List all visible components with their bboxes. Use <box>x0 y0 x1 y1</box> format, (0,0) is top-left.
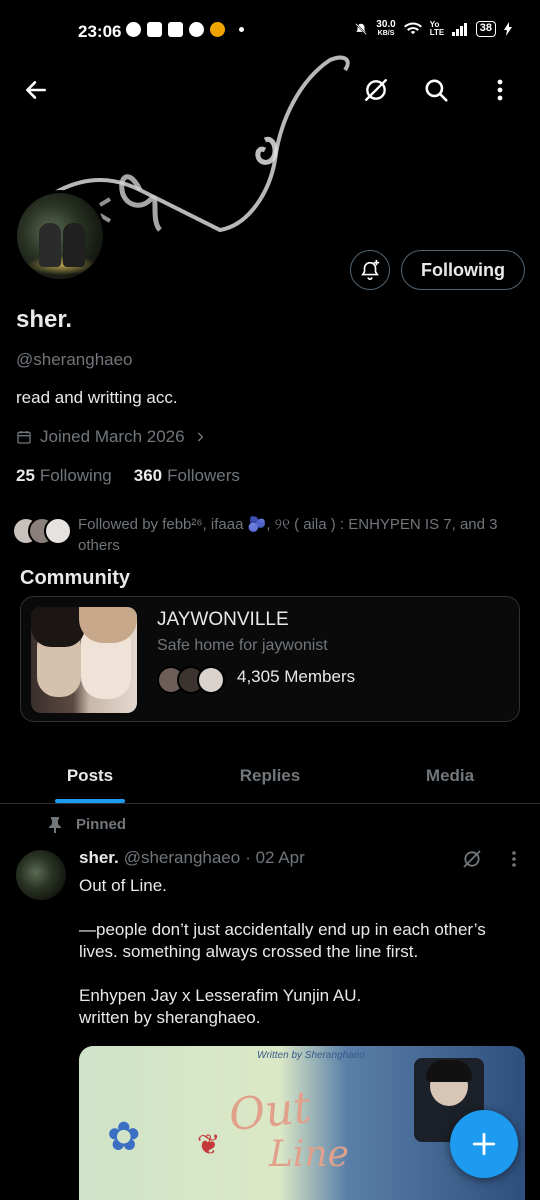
community-card[interactable]: JAYWONVILLE Safe home for jaywonist 4,30… <box>20 596 520 722</box>
network-speed: 30.0 KB/S <box>376 20 395 38</box>
pinterest-icon <box>189 22 204 37</box>
mutual-avatars <box>12 514 74 548</box>
community-description: Safe home for jaywonist <box>157 637 328 654</box>
media-title-text: Out <box>226 1081 314 1142</box>
more-notifications-dot <box>239 27 244 32</box>
community-members: 4,305 Members <box>157 663 356 694</box>
following-count: 25 <box>16 466 35 485</box>
tab-label: Replies <box>239 766 301 785</box>
tab-label: Posts <box>66 766 114 785</box>
following-label: Following <box>39 466 112 485</box>
more-options-button[interactable] <box>478 68 522 112</box>
profile-avatar[interactable] <box>14 190 106 282</box>
member-avatar <box>197 666 225 694</box>
battery-indicator: 38 <box>475 21 496 37</box>
grok-button[interactable] <box>354 68 398 112</box>
avatar-figure <box>63 223 85 267</box>
pin-icon <box>49 816 61 833</box>
media-title-text: Line <box>269 1134 349 1175</box>
post-line: Enhypen Jay x Lesserafim Yunjin AU. <box>79 986 362 1005</box>
profile-name: sher. <box>16 306 73 333</box>
app-notification-icon <box>210 22 225 37</box>
post-more-button[interactable] <box>500 844 528 874</box>
member-count: 4,305 Members <box>237 667 356 686</box>
grok-icon <box>365 79 387 101</box>
profile-tabs: Posts Replies Media <box>0 748 540 804</box>
charging-icon <box>504 22 512 36</box>
post-line: written by sheranghaeo. <box>79 1008 261 1027</box>
post-grok-button[interactable] <box>452 844 492 874</box>
post-header: sher. @sheranghaeo · 02 Apr <box>79 848 305 868</box>
post-line: Out of Line. <box>79 876 167 895</box>
tab-posts[interactable]: Posts <box>0 748 180 803</box>
tab-media[interactable]: Media <box>360 748 540 803</box>
grok-icon <box>463 850 481 868</box>
community-image-hair <box>31 607 85 647</box>
post-date: · 02 Apr <box>245 848 305 867</box>
bell-plus-icon <box>361 259 380 280</box>
followers-label: Followers <box>167 466 240 485</box>
signal-icon <box>451 22 467 36</box>
plus-icon <box>472 1132 496 1156</box>
tab-label: Media <box>425 766 475 785</box>
followed-by-text: Followed by febb²⁶, ifaaa 🫐, ୨୧ ( aila )… <box>78 516 498 554</box>
wifi-icon <box>403 22 422 35</box>
more-vertical-icon <box>512 851 516 867</box>
chevron-right-icon <box>197 432 203 442</box>
member-avatars <box>157 663 227 694</box>
whatsapp-icon <box>126 22 141 37</box>
post-author-avatar[interactable] <box>16 850 66 900</box>
portrait-hair <box>426 1060 472 1082</box>
butterfly-decoration: ✿ <box>107 1115 141 1159</box>
avatar-figure <box>39 223 61 267</box>
profile-bio: read and writting acc. <box>16 388 178 407</box>
status-bar: 23:06 30.0 KB/S Yo LTE 38 <box>0 0 540 66</box>
back-arrow-icon <box>26 81 46 99</box>
mutual-avatar <box>44 517 72 545</box>
search-button[interactable] <box>414 68 458 112</box>
joined-text: Joined March 2026 <box>40 427 185 446</box>
compose-post-button[interactable] <box>450 1110 518 1178</box>
tab-replies[interactable]: Replies <box>180 748 360 803</box>
post-body[interactable]: Out of Line. —people don’t just accident… <box>79 875 529 1029</box>
pinned-indicator: Pinned <box>48 816 126 833</box>
followers-link[interactable]: 360 Followers <box>134 466 240 486</box>
line-icon <box>147 22 162 37</box>
top-app-bar <box>0 60 540 120</box>
follow-stats: 25 Following 360 Followers <box>16 466 240 486</box>
following-link[interactable]: 25 Following <box>16 466 112 486</box>
back-button[interactable] <box>14 68 58 112</box>
bow-decoration: ❦ <box>197 1129 221 1160</box>
post-author-handle[interactable]: @sheranghaeo <box>124 848 241 868</box>
speed-unit: KB/S <box>377 30 395 37</box>
following-button[interactable]: Following <box>401 250 525 290</box>
followers-count: 360 <box>133 466 163 485</box>
active-tab-indicator <box>55 799 125 803</box>
shopping-icon <box>168 22 183 37</box>
notifications-button[interactable] <box>350 250 390 290</box>
media-credit-text: Written by Sheranghaeo <box>257 1050 365 1061</box>
system-icons: 30.0 KB/S Yo LTE 38 <box>354 20 512 38</box>
community-section-title: Community <box>20 567 130 589</box>
joined-date[interactable]: Joined March 2026 <box>16 427 207 447</box>
community-image <box>31 607 137 713</box>
avatar-light-glow <box>27 255 97 275</box>
mute-icon <box>355 23 368 35</box>
notification-icons <box>126 22 244 37</box>
calendar-icon <box>17 431 31 444</box>
post-line: —people don’t just accidentally end up i… <box>79 920 486 961</box>
speed-value: 30.0 <box>376 19 396 30</box>
status-time: 23:06 <box>78 22 122 41</box>
followed-by-row[interactable]: Followed by febb²⁶, ifaaa 🫐, ୨୧ ( aila )… <box>12 514 528 556</box>
community-name: JAYWONVILLE <box>157 609 289 630</box>
post-author-name[interactable]: sher. <box>79 848 119 868</box>
pinned-label: Pinned <box>76 816 127 833</box>
search-icon <box>425 79 448 102</box>
more-vertical-icon <box>497 79 503 101</box>
network-label: Yo LTE <box>429 20 445 37</box>
profile-handle: @sheranghaeo <box>16 350 133 369</box>
